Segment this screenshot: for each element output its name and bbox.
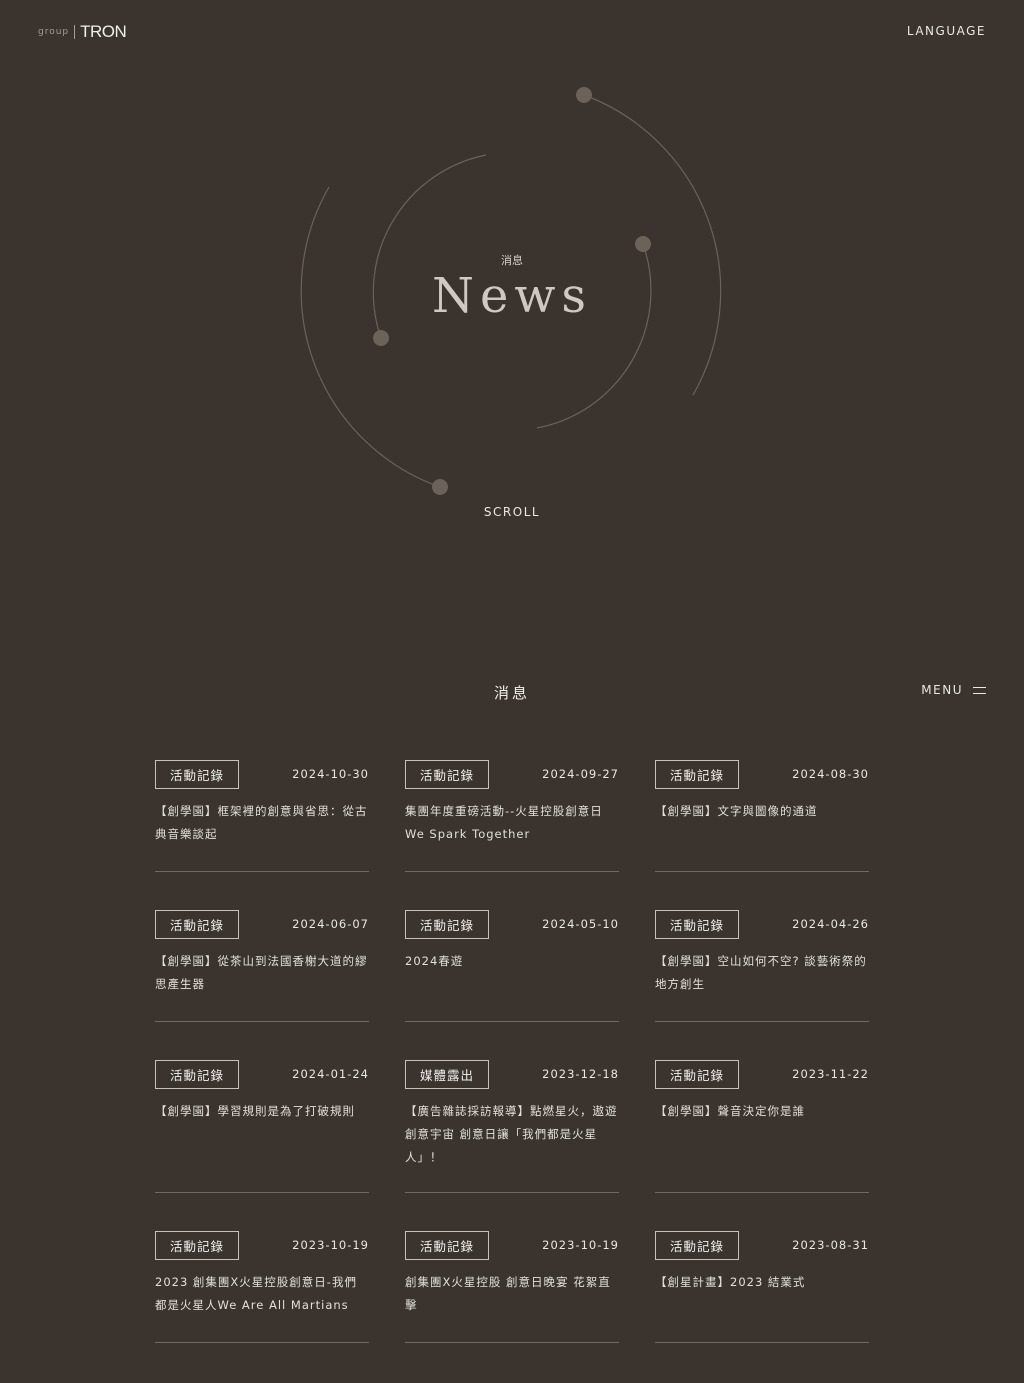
news-card[interactable]: 活動記錄 2023-10-19 創集團X火星控股 創意日晚宴 花絮直擊	[405, 1230, 619, 1343]
news-title[interactable]: 【廣告雜誌採訪報導】點燃星火，遨遊創意宇宙 創意日讓「我們都是火星人」！	[405, 1100, 619, 1169]
menu-label: MENU	[921, 683, 963, 697]
news-date: 2024-04-26	[792, 917, 869, 931]
orbit-dot-bottom	[432, 479, 448, 495]
news-category-tag[interactable]: 活動記錄	[405, 759, 490, 789]
news-title[interactable]: 2024春遊	[405, 950, 619, 973]
news-category-tag[interactable]: 活動記錄	[155, 1059, 240, 1089]
news-grid: 活動記錄 2024-10-30 【創學園】框架裡的創意與省思：從古典音樂談起 活動…	[155, 759, 869, 1381]
news-date: 2024-06-07	[292, 917, 369, 931]
news-date: 2023-11-22	[792, 1067, 869, 1081]
menu-button[interactable]: MENU	[921, 683, 986, 697]
orbit-dot-left	[373, 330, 389, 346]
news-date: 2024-08-30	[792, 767, 869, 781]
news-card[interactable]: 活動記錄 2024-05-10 2024春遊	[405, 909, 619, 1022]
news-title[interactable]: 創集團X火星控股 創意日晚宴 花絮直擊	[405, 1271, 619, 1317]
news-title[interactable]: 【創學園】聲音決定你是誰	[655, 1100, 869, 1123]
news-date: 2023-10-19	[292, 1238, 369, 1252]
news-title[interactable]: 【創星計畫】2023 結業式	[655, 1271, 869, 1294]
news-category-tag[interactable]: 活動記錄	[405, 1230, 490, 1260]
hamburger-icon	[973, 686, 986, 694]
scroll-indicator[interactable]: SCROLL	[0, 505, 1024, 519]
news-card[interactable]: 媒體露出 2023-12-18 【廣告雜誌採訪報導】點燃星火，遨遊創意宇宙 創意日…	[405, 1059, 619, 1193]
news-title[interactable]: 【創學園】框架裡的創意與省思：從古典音樂談起	[155, 800, 369, 846]
news-date: 2024-05-10	[542, 917, 619, 931]
news-category-tag[interactable]: 活動記錄	[655, 759, 740, 789]
news-title[interactable]: 【創學園】文字與圖像的通道	[655, 800, 869, 823]
news-card[interactable]: 活動記錄 2024-04-26 【創學園】空山如何不空? 談藝術祭的地方創生	[655, 909, 869, 1022]
news-title[interactable]: 集團年度重磅活動--火星控股創意日 We Spark Together	[405, 800, 619, 846]
news-card[interactable]: 活動記錄 2024-10-30 【創學園】框架裡的創意與省思：從古典音樂談起	[155, 759, 369, 872]
news-card[interactable]: 活動記錄 2023-11-22 【創學園】聲音決定你是誰	[655, 1059, 869, 1193]
news-category-tag[interactable]: 活動記錄	[655, 1059, 740, 1089]
left-orbit-arc	[300, 186, 441, 488]
orbit-dot-top	[576, 87, 592, 103]
news-card[interactable]: 活動記錄 2024-08-30 【創學園】文字與圖像的通道	[655, 759, 869, 872]
news-title[interactable]: 【創學園】學習規則是為了打破規則	[155, 1100, 369, 1123]
news-date: 2024-10-30	[292, 767, 369, 781]
news-title[interactable]: 【創學園】空山如何不空? 談藝術祭的地方創生	[655, 950, 869, 996]
news-title[interactable]: 2023 創集團X火星控股創意日-我們都是火星人We Are All Marti…	[155, 1271, 369, 1317]
news-category-tag[interactable]: 活動記錄	[155, 909, 240, 939]
news-date: 2023-08-31	[792, 1238, 869, 1252]
news-category-tag[interactable]: 媒體露出	[405, 1059, 490, 1089]
news-category-tag[interactable]: 活動記錄	[405, 909, 490, 939]
news-card[interactable]: 活動記錄 2024-06-07 【創學園】從茶山到法國香榭大道的繆思產生器	[155, 909, 369, 1022]
news-date: 2024-09-27	[542, 767, 619, 781]
outer-orbit-arc	[583, 94, 722, 396]
news-card[interactable]: 活動記錄 2023-08-31 【創星計畫】2023 結業式	[655, 1230, 869, 1343]
news-date: 2023-12-18	[542, 1067, 619, 1081]
news-category-tag[interactable]: 活動記錄	[155, 759, 240, 789]
news-category-tag[interactable]: 活動記錄	[655, 1230, 740, 1260]
news-date: 2023-10-19	[542, 1238, 619, 1252]
news-title[interactable]: 【創學園】從茶山到法國香榭大道的繆思產生器	[155, 950, 369, 996]
section-title: 消息	[493, 684, 530, 702]
news-card[interactable]: 活動記錄 2024-09-27 集團年度重磅活動--火星控股創意日 We Spar…	[405, 759, 619, 872]
hero-title: News	[431, 268, 593, 324]
hero-section: 消息 News SCROLL	[0, 0, 1024, 600]
news-card[interactable]: 活動記錄 2024-01-24 【創學園】學習規則是為了打破規則	[155, 1059, 369, 1193]
news-category-tag[interactable]: 活動記錄	[155, 1230, 240, 1260]
orbit-dot-right	[635, 236, 651, 252]
news-card[interactable]: 活動記錄 2023-10-19 2023 創集團X火星控股創意日-我們都是火星人W…	[155, 1230, 369, 1343]
news-date: 2024-01-24	[292, 1067, 369, 1081]
news-category-tag[interactable]: 活動記錄	[655, 909, 740, 939]
hero-subtitle: 消息	[501, 254, 523, 267]
